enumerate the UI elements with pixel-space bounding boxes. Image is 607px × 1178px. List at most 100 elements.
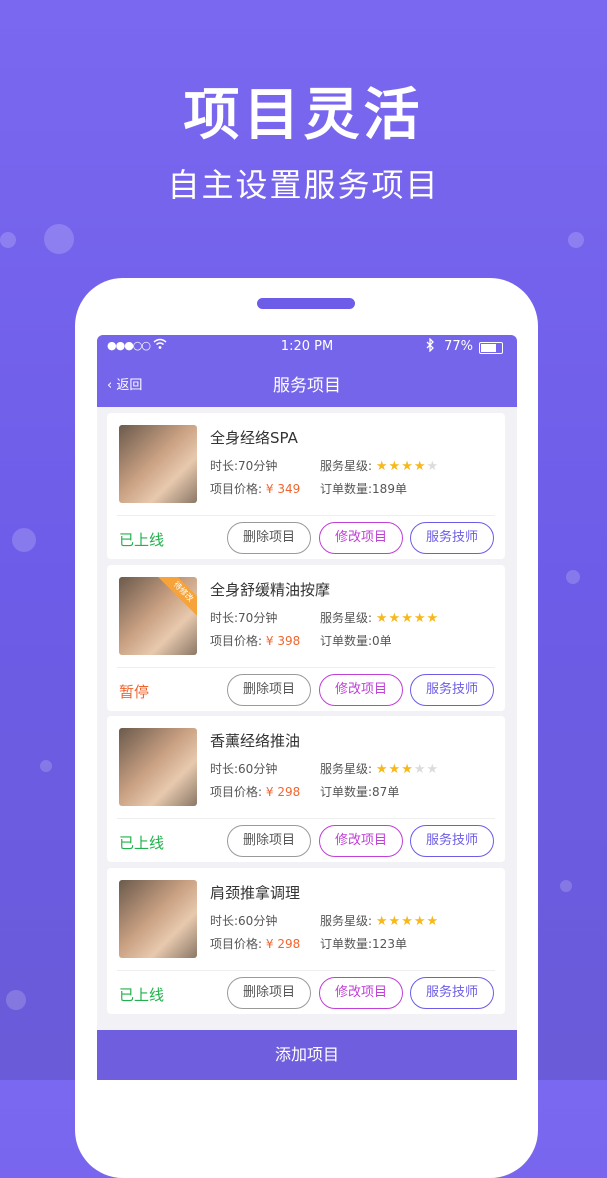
card-divider [117, 667, 495, 668]
service-name: 香薰经络推油 [210, 732, 301, 750]
service-image [119, 728, 197, 806]
service-card: 肩颈推拿调理 时长:60分钟 服务星级: ★★★★★ 项目价格: ¥ 298 订… [107, 868, 505, 1014]
star-filled-icon: ★ [388, 762, 402, 777]
rating-label: 服务星级: [320, 459, 373, 473]
background-bubble [44, 224, 74, 254]
service-card: 香薰经络推油 时长:60分钟 服务星级: ★★★★★ 项目价格: ¥ 298 订… [107, 716, 505, 862]
star-empty-icon: ★ [413, 762, 427, 777]
star-rating: ★★★★★ [376, 762, 439, 777]
rating-label: 服务星级: [320, 914, 373, 928]
star-filled-icon: ★ [388, 611, 402, 626]
rating-label: 服务星级: [320, 762, 373, 776]
service-duration: 时长:70分钟 [210, 459, 278, 473]
technician-button[interactable]: 服务技师 [410, 977, 494, 1009]
background-bubble [560, 880, 572, 892]
star-filled-icon: ★ [426, 914, 440, 929]
star-empty-icon: ★ [426, 459, 440, 474]
service-name: 全身经络SPA [210, 429, 298, 447]
card-divider [117, 970, 495, 971]
background-bubble [566, 570, 580, 584]
delete-item-button[interactable]: 删除项目 [227, 825, 311, 857]
star-filled-icon: ★ [413, 914, 427, 929]
order-count: 订单数量:123单 [320, 937, 407, 951]
service-card: 全身经络SPA 时长:70分钟 服务星级: ★★★★★ 项目价格: ¥ 349 … [107, 413, 505, 559]
service-rating: 服务星级: ★★★★★ [320, 457, 439, 474]
star-filled-icon: ★ [401, 459, 414, 474]
promo-subline: 自主设置服务项目 [167, 166, 440, 204]
bluetooth-icon [426, 337, 435, 356]
star-filled-icon: ★ [413, 611, 427, 626]
star-filled-icon: ★ [375, 914, 389, 929]
price-label: 项目价格: [210, 937, 263, 951]
price-value: ¥ 398 [265, 634, 301, 648]
status-badge: 暂停 [119, 683, 150, 701]
star-empty-icon: ★ [426, 762, 440, 777]
phone-screen: ●●●○○ 1:20 PM 77% ‹ 返回 服务项目 全身经络SPA 时长:7… [97, 335, 517, 1080]
price-value: ¥ 298 [265, 937, 301, 951]
star-filled-icon: ★ [401, 762, 414, 777]
service-name: 全身舒缓精油按摩 [210, 581, 331, 599]
background-bubble [568, 232, 584, 248]
price-value: ¥ 298 [265, 785, 301, 799]
edit-item-button[interactable]: 修改项目 [319, 522, 403, 554]
star-filled-icon: ★ [401, 914, 414, 929]
phone-speaker [257, 298, 355, 309]
background-bubble [0, 232, 16, 248]
promo-headline: 项目灵活 [183, 83, 424, 148]
price-label: 项目价格: [210, 785, 263, 799]
background-bubble [40, 760, 52, 772]
service-duration: 时长:60分钟 [210, 762, 278, 776]
delete-item-button[interactable]: 删除项目 [227, 674, 311, 706]
star-filled-icon: ★ [413, 459, 427, 474]
pending-edit-badge: 待修改 [155, 577, 197, 620]
service-card: 待修改 全身舒缓精油按摩 时长:70分钟 服务星级: ★★★★★ 项目价格: ¥… [107, 565, 505, 711]
edit-item-button[interactable]: 修改项目 [319, 674, 403, 706]
battery-percent: 77% [444, 339, 473, 354]
service-price: 项目价格: ¥ 398 [210, 632, 300, 649]
background-bubble [6, 990, 26, 1010]
service-rating: 服务星级: ★★★★★ [320, 609, 439, 626]
price-value: ¥ 349 [265, 482, 301, 496]
price-label: 项目价格: [210, 482, 263, 496]
star-filled-icon: ★ [388, 914, 402, 929]
star-filled-icon: ★ [388, 459, 402, 474]
service-image [119, 880, 197, 958]
star-filled-icon: ★ [375, 611, 389, 626]
card-divider [117, 818, 495, 819]
card-divider [117, 515, 495, 516]
order-count: 订单数量:0单 [320, 634, 392, 648]
star-filled-icon: ★ [401, 611, 414, 626]
star-filled-icon: ★ [375, 459, 389, 474]
star-rating: ★★★★★ [376, 459, 439, 474]
service-duration: 时长:60分钟 [210, 914, 278, 928]
service-rating: 服务星级: ★★★★★ [320, 912, 439, 929]
rating-label: 服务星级: [320, 611, 373, 625]
nav-bar: ‹ 返回 服务项目 [97, 359, 517, 407]
technician-button[interactable]: 服务技师 [410, 674, 494, 706]
status-badge: 已上线 [119, 986, 165, 1004]
edit-item-button[interactable]: 修改项目 [319, 825, 403, 857]
star-filled-icon: ★ [375, 762, 389, 777]
service-image: 待修改 [119, 577, 197, 655]
status-badge: 已上线 [119, 834, 165, 852]
technician-button[interactable]: 服务技师 [410, 825, 494, 857]
order-count: 订单数量:87单 [320, 785, 400, 799]
background-bubble [12, 528, 36, 552]
status-badge: 已上线 [119, 531, 165, 549]
delete-item-button[interactable]: 删除项目 [227, 522, 311, 554]
star-rating: ★★★★★ [376, 611, 439, 626]
add-item-button[interactable]: 添加项目 [97, 1030, 517, 1080]
service-price: 项目价格: ¥ 349 [210, 480, 300, 497]
service-price: 项目价格: ¥ 298 [210, 935, 300, 952]
battery-icon [479, 342, 503, 354]
delete-item-button[interactable]: 删除项目 [227, 977, 311, 1009]
service-image [119, 425, 197, 503]
edit-item-button[interactable]: 修改项目 [319, 977, 403, 1009]
order-count: 订单数量:189单 [320, 482, 407, 496]
service-name: 肩颈推拿调理 [210, 884, 301, 902]
technician-button[interactable]: 服务技师 [410, 522, 494, 554]
service-price: 项目价格: ¥ 298 [210, 783, 300, 800]
page-title: 服务项目 [273, 376, 341, 396]
star-filled-icon: ★ [426, 611, 440, 626]
star-rating: ★★★★★ [376, 914, 439, 929]
